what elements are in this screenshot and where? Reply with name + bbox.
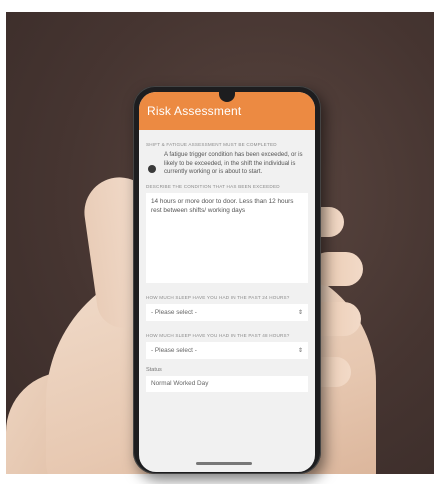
radio-selected-icon[interactable]	[148, 165, 156, 173]
home-indicator	[196, 462, 252, 465]
sleep-48h-select[interactable]: - Please select - ⇕	[146, 341, 308, 359]
status-label: Status	[146, 366, 162, 373]
page-title: Risk Assessment	[147, 104, 242, 118]
sleep-24h-select[interactable]: - Please select - ⇕	[146, 303, 308, 321]
condition-caption: DESCRIBE THE CONDITION THAT HAS BEEN EXC…	[146, 183, 280, 189]
sleep-48h-label: HOW MUCH SLEEP HAVE YOU HAD IN THE PAST …	[146, 332, 290, 338]
select-chevron-icon: ⇕	[297, 309, 303, 316]
fatigue-trigger-label: A fatigue trigger condition has been exc…	[164, 151, 303, 176]
sleep-48h-value: - Please select -	[151, 346, 197, 354]
section-caption: SHIFT & FATIGUE ASSESSMENT MUST BE COMPL…	[146, 142, 277, 147]
status-value: Normal Worked Day	[151, 380, 209, 388]
fatigue-trigger-option[interactable]: A fatigue trigger condition has been exc…	[146, 151, 308, 177]
status-input[interactable]: Normal Worked Day	[146, 375, 308, 392]
sleep-24h-label: HOW MUCH SLEEP HAVE YOU HAD IN THE PAST …	[146, 294, 290, 300]
sleep-24h-value: - Please select -	[151, 308, 197, 316]
select-chevron-icon: ⇕	[297, 347, 303, 354]
phone-screen: Risk Assessment SHIFT & FATIGUE ASSESSME…	[139, 92, 315, 472]
form-body: SHIFT & FATIGUE ASSESSMENT MUST BE COMPL…	[139, 130, 315, 392]
condition-textarea[interactable]: 14 hours or more door to door. Less than…	[146, 192, 308, 283]
